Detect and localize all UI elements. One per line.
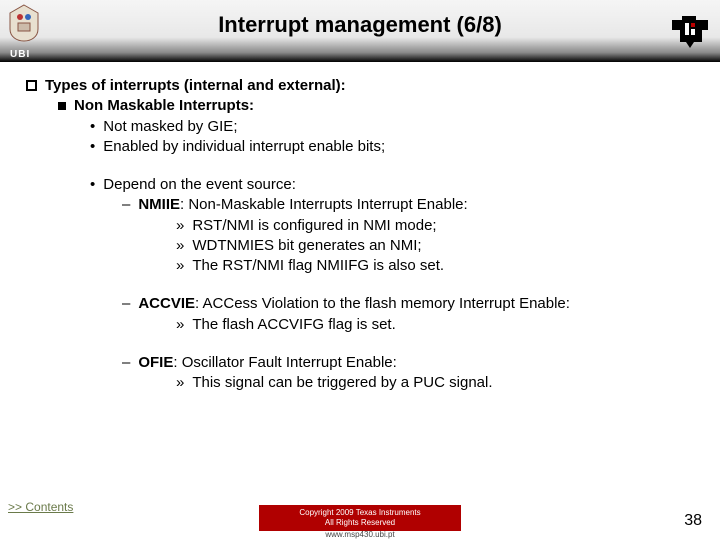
ti-logo <box>668 12 712 52</box>
footer-url: www.msp430.ubi.pt <box>0 530 720 539</box>
slide-title: Interrupt management (6/8) <box>0 12 720 38</box>
dash-bullet-icon: – <box>122 353 130 373</box>
square-bullet-icon <box>26 80 37 91</box>
dot-bullet-icon: • <box>90 117 95 137</box>
accvie-label: ACCVIE <box>138 295 195 312</box>
dash-bullet-icon: – <box>122 195 130 215</box>
text-line: This signal can be triggered by a PUC si… <box>192 373 492 393</box>
slide-footer: Copyright 2009 Texas Instruments All Rig… <box>0 496 720 540</box>
text-line: Enabled by individual interrupt enable b… <box>103 137 385 157</box>
ofie-rest: : Oscillator Fault Interrupt Enable: <box>173 354 396 371</box>
text-line: Not masked by GIE; <box>103 117 237 137</box>
raquo-bullet-icon: » <box>176 216 184 236</box>
text-line: The RST/NMI flag NMIIFG is also set. <box>192 256 444 276</box>
copyright-bar: Copyright 2009 Texas Instruments All Rig… <box>259 505 460 531</box>
text-line: ACCVIE: ACCess Violation to the flash me… <box>138 294 570 314</box>
dot-bullet-icon: • <box>90 175 95 195</box>
ubi-label: UBI <box>10 49 30 60</box>
copyright-line2: All Rights Reserved <box>299 518 420 528</box>
slide-content: Types of interrupts (internal and extern… <box>0 62 720 393</box>
raquo-bullet-icon: » <box>176 315 184 335</box>
copyright-line1: Copyright 2009 Texas Instruments <box>299 508 420 518</box>
text-line: WDTNMIES bit generates an NMI; <box>192 236 421 256</box>
text-line: Types of interrupts (internal and extern… <box>45 76 346 96</box>
text-line: NMIIE: Non-Maskable Interrupts Interrupt… <box>138 195 467 215</box>
ofie-label: OFIE <box>138 354 173 371</box>
text-line: OFIE: Oscillator Fault Interrupt Enable: <box>138 353 396 373</box>
dot-bullet-icon: • <box>90 137 95 157</box>
page-number: 38 <box>684 512 702 530</box>
text-line: RST/NMI is configured in NMI mode; <box>192 216 436 236</box>
raquo-bullet-icon: » <box>176 236 184 256</box>
text-line: Non Maskable Interrupts: <box>74 96 254 116</box>
raquo-bullet-icon: » <box>176 256 184 276</box>
text-line: The flash ACCVIFG flag is set. <box>192 315 395 335</box>
text-line: Depend on the event source: <box>103 175 296 195</box>
raquo-bullet-icon: » <box>176 373 184 393</box>
accvie-rest: : ACCess Violation to the flash memory I… <box>195 295 570 312</box>
nmiie-rest: : Non-Maskable Interrupts Interrupt Enab… <box>180 196 468 213</box>
slide-header: Interrupt management (6/8) UBI <box>0 0 720 62</box>
dash-bullet-icon: – <box>122 294 130 314</box>
nmiie-label: NMIIE <box>138 196 180 213</box>
small-square-bullet-icon <box>58 102 66 110</box>
